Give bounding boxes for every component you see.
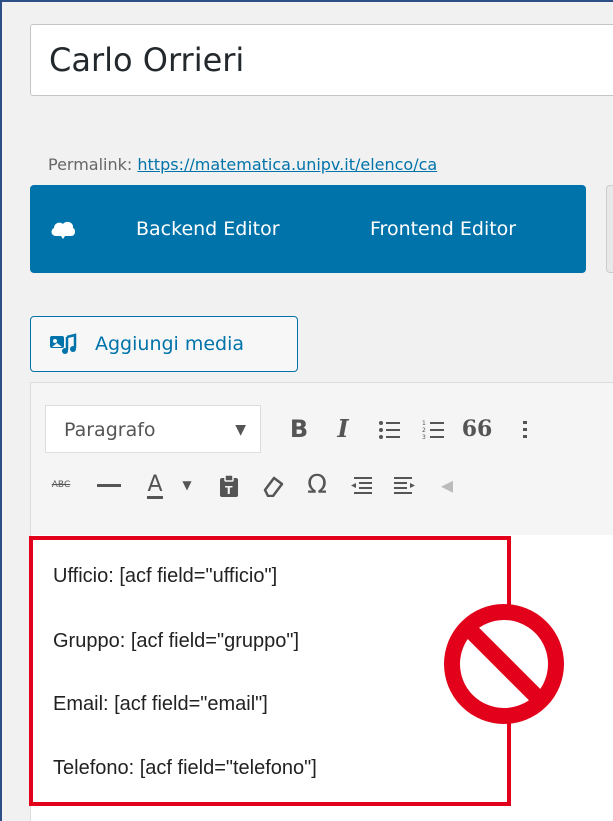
editor-toolbar: Paragrafo ▼ B I 1 2 3 66 ABC A ▼ T Ω ◂ [31,383,613,536]
undo-icon[interactable]: ◂ [427,465,467,505]
more-toolbar-icon[interactable] [505,409,545,449]
special-character-icon[interactable]: Ω [297,465,337,505]
media-icon [50,333,77,354]
prohibited-icon [444,604,564,724]
format-select[interactable]: Paragrafo ▼ [45,405,261,453]
svg-text:2: 2 [422,427,426,434]
clear-formatting-icon[interactable] [253,465,293,505]
bullet-list-icon[interactable] [369,409,409,449]
add-media-button[interactable]: Aggiungi media [30,316,298,372]
frontend-editor-button[interactable]: Frontend Editor [370,185,516,273]
builder-extra-button[interactable] [606,185,613,273]
numbered-list-icon[interactable]: 1 2 3 [413,409,453,449]
permalink-link[interactable]: https://matematica.unipv.it/elenco/ca [137,155,437,174]
permalink-row: Permalink: https://matematica.unipv.it/e… [48,155,437,174]
backend-editor-button[interactable]: Backend Editor [136,185,280,273]
strikethrough-icon[interactable]: ABC [41,465,81,505]
bold-icon[interactable]: B [279,409,319,449]
chevron-down-icon: ▼ [235,422,246,438]
permalink-label: Permalink: [48,155,133,174]
highlight-box [29,536,511,806]
cloud-icon [51,221,76,239]
post-title-input[interactable]: Carlo Orrieri [30,24,613,96]
indent-icon[interactable] [385,465,425,505]
text-color-letter: A [147,472,163,499]
page-builder-bar: Backend Editor Frontend Editor [30,185,586,273]
paste-text-icon[interactable]: T [209,465,249,505]
svg-text:T: T [225,484,233,497]
add-media-label: Aggiungi media [95,333,245,355]
svg-text:3: 3 [422,434,426,441]
horizontal-line-icon[interactable] [89,465,129,505]
svg-text:1: 1 [422,420,426,427]
italic-icon[interactable]: I [323,409,363,449]
text-color-dropdown-icon[interactable]: ▼ [167,465,207,505]
editor-screen: Carlo Orrieri Permalink: https://matemat… [0,0,613,821]
blockquote-icon[interactable]: 66 [457,409,497,449]
format-select-value: Paragrafo [64,419,156,441]
outdent-icon[interactable] [341,465,381,505]
